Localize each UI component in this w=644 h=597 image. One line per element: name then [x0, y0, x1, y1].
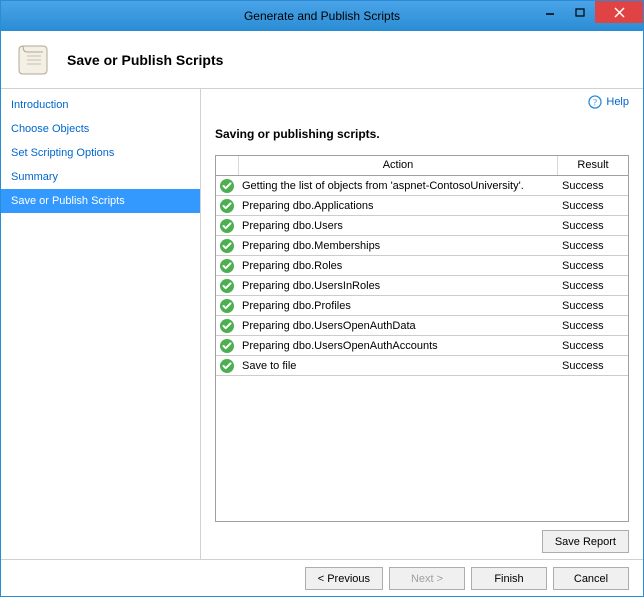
- table-row: Preparing dbo.MembershipsSuccess: [216, 236, 628, 256]
- report-row: Save Report: [215, 522, 629, 553]
- cell-result: Success: [558, 180, 628, 192]
- table-row: Preparing dbo.ProfilesSuccess: [216, 296, 628, 316]
- page-title: Save or Publish Scripts: [67, 52, 223, 68]
- sidebar-item-4[interactable]: Save or Publish Scripts: [1, 189, 200, 213]
- close-icon: [614, 7, 625, 18]
- cell-action: Preparing dbo.Users: [238, 220, 558, 232]
- table-row: Save to fileSuccess: [216, 356, 628, 376]
- cell-result: Success: [558, 360, 628, 372]
- col-result: Result: [558, 156, 628, 175]
- cell-result: Success: [558, 220, 628, 232]
- main-panel: ? Help Saving or publishing scripts. Act…: [201, 89, 643, 559]
- success-icon: [216, 198, 238, 214]
- next-button: Next >: [389, 567, 465, 590]
- status-text: Saving or publishing scripts.: [215, 127, 629, 141]
- maximize-icon: [575, 7, 585, 17]
- cell-action: Preparing dbo.UsersInRoles: [238, 280, 558, 292]
- cell-action: Getting the list of objects from 'aspnet…: [238, 180, 558, 192]
- cell-result: Success: [558, 300, 628, 312]
- minimize-icon: [545, 7, 555, 17]
- cell-action: Preparing dbo.UsersOpenAuthAccounts: [238, 340, 558, 352]
- minimize-button[interactable]: [535, 1, 565, 23]
- success-icon: [216, 298, 238, 314]
- cell-action: Preparing dbo.Memberships: [238, 240, 558, 252]
- maximize-button[interactable]: [565, 1, 595, 23]
- body: IntroductionChoose ObjectsSet Scripting …: [1, 89, 643, 559]
- table-header: Action Result: [216, 156, 628, 176]
- table-row: Preparing dbo.RolesSuccess: [216, 256, 628, 276]
- cell-result: Success: [558, 280, 628, 292]
- table-body: Getting the list of objects from 'aspnet…: [216, 176, 628, 521]
- sidebar: IntroductionChoose ObjectsSet Scripting …: [1, 89, 201, 559]
- save-report-button[interactable]: Save Report: [542, 530, 629, 553]
- cell-result: Success: [558, 260, 628, 272]
- table-row: Preparing dbo.UsersOpenAuthDataSuccess: [216, 316, 628, 336]
- table-row: Preparing dbo.UsersSuccess: [216, 216, 628, 236]
- results-table: Action Result Getting the list of object…: [215, 155, 629, 522]
- footer: < Previous Next > Finish Cancel: [1, 559, 643, 597]
- success-icon: [216, 338, 238, 354]
- success-icon: [216, 258, 238, 274]
- sidebar-item-1[interactable]: Choose Objects: [1, 117, 200, 141]
- cell-action: Preparing dbo.Applications: [238, 200, 558, 212]
- titlebar: Generate and Publish Scripts: [1, 1, 643, 31]
- success-icon: [216, 318, 238, 334]
- sidebar-item-2[interactable]: Set Scripting Options: [1, 141, 200, 165]
- script-icon: [17, 42, 53, 78]
- svg-text:?: ?: [593, 98, 597, 108]
- header: Save or Publish Scripts: [1, 31, 643, 89]
- cell-result: Success: [558, 320, 628, 332]
- help-label: Help: [606, 96, 629, 108]
- cell-result: Success: [558, 240, 628, 252]
- col-icon: [216, 156, 238, 175]
- success-icon: [216, 178, 238, 194]
- close-button[interactable]: [595, 1, 643, 23]
- finish-button[interactable]: Finish: [471, 567, 547, 590]
- table-row: Preparing dbo.UsersInRolesSuccess: [216, 276, 628, 296]
- help-link[interactable]: ? Help: [588, 95, 629, 109]
- table-row: Preparing dbo.UsersOpenAuthAccountsSucce…: [216, 336, 628, 356]
- cell-action: Preparing dbo.Roles: [238, 260, 558, 272]
- cell-action: Save to file: [238, 360, 558, 372]
- sidebar-item-0[interactable]: Introduction: [1, 93, 200, 117]
- success-icon: [216, 358, 238, 374]
- cell-result: Success: [558, 340, 628, 352]
- table-row: Preparing dbo.ApplicationsSuccess: [216, 196, 628, 216]
- help-icon: ?: [588, 95, 602, 109]
- cell-result: Success: [558, 200, 628, 212]
- col-action: Action: [238, 156, 558, 175]
- success-icon: [216, 238, 238, 254]
- window-controls: [535, 1, 643, 23]
- success-icon: [216, 278, 238, 294]
- cancel-button[interactable]: Cancel: [553, 567, 629, 590]
- success-icon: [216, 218, 238, 234]
- cell-action: Preparing dbo.UsersOpenAuthData: [238, 320, 558, 332]
- table-row: Getting the list of objects from 'aspnet…: [216, 176, 628, 196]
- sidebar-item-3[interactable]: Summary: [1, 165, 200, 189]
- previous-button[interactable]: < Previous: [305, 567, 383, 590]
- cell-action: Preparing dbo.Profiles: [238, 300, 558, 312]
